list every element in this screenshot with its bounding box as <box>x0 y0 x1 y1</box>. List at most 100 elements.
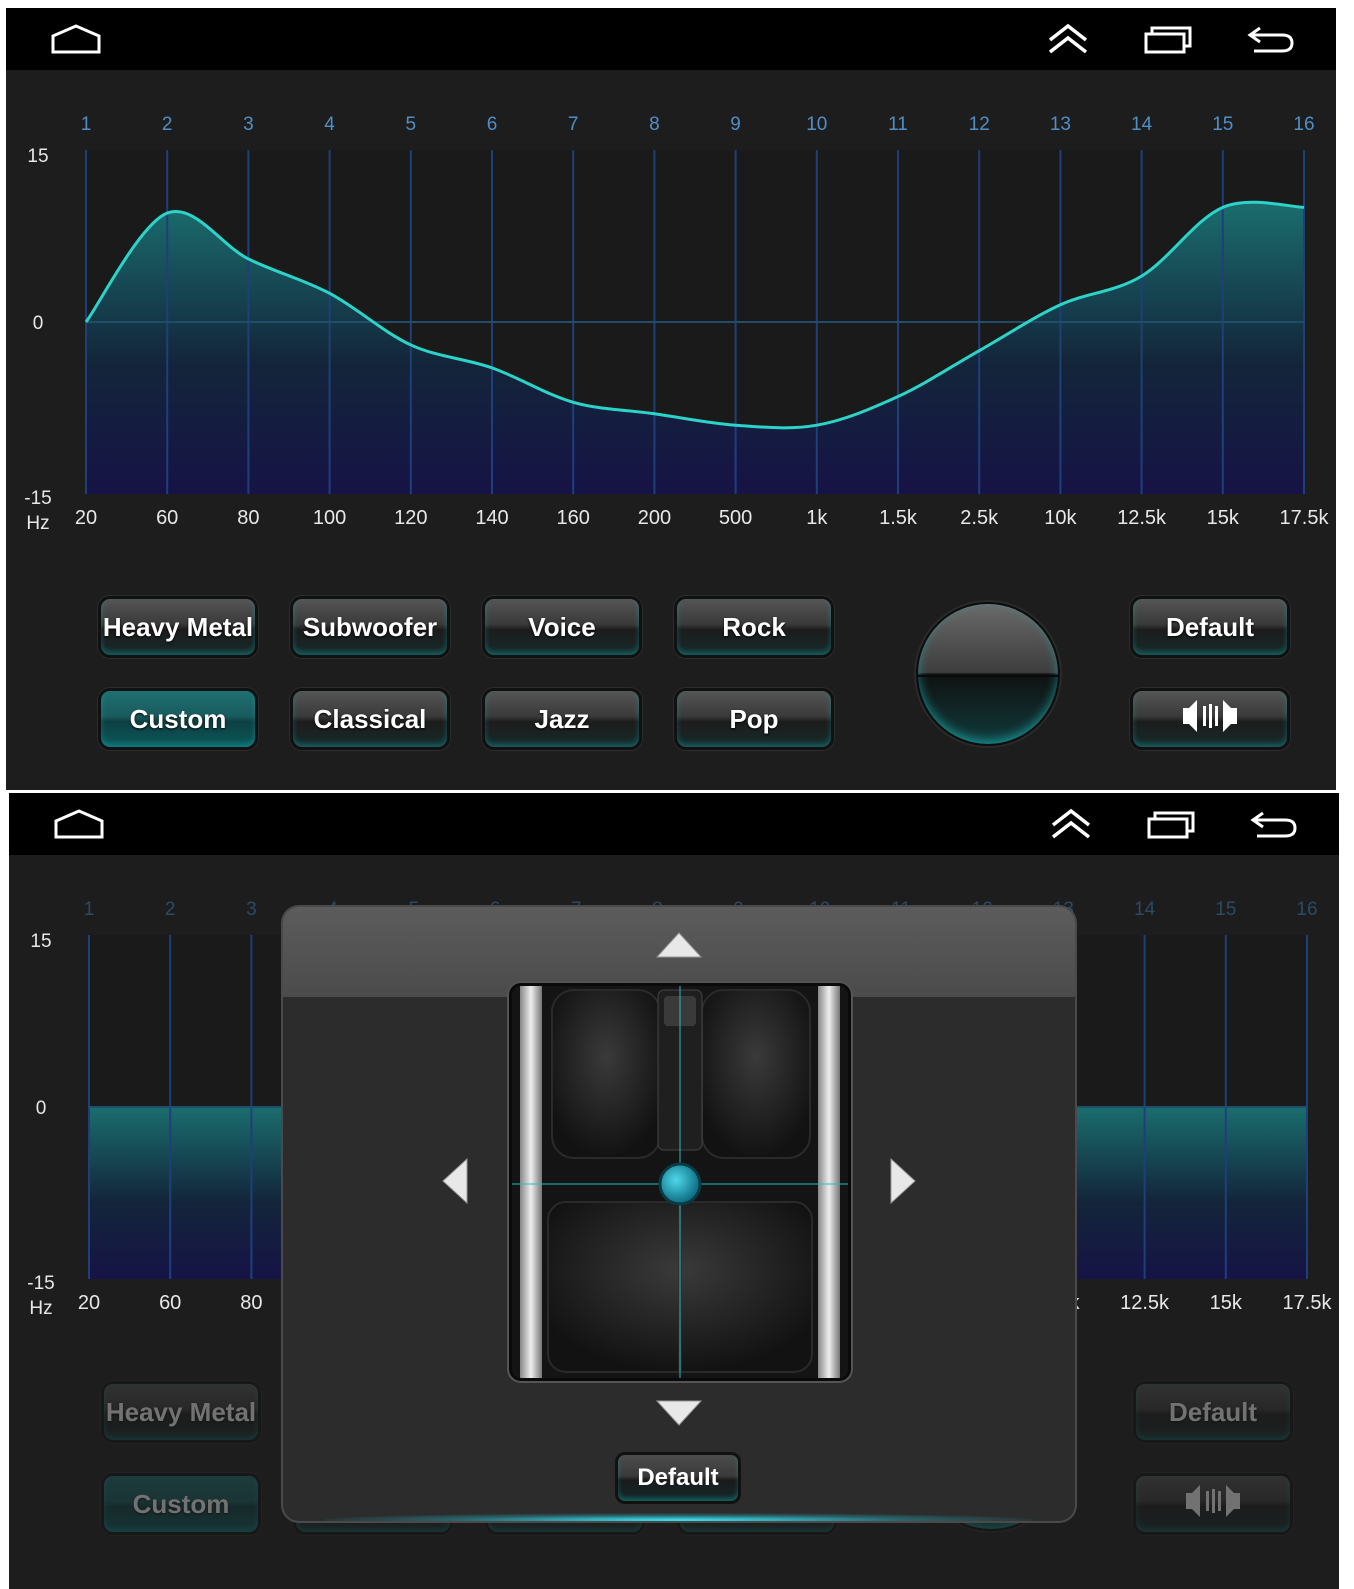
default-button[interactable]: Default <box>1133 1381 1293 1443</box>
eq-frequency-label: 80 <box>237 507 259 529</box>
preset-custom-button[interactable]: Custom <box>98 688 258 750</box>
car-seat-image[interactable] <box>509 983 851 1381</box>
eq-frequency-label: 15k <box>1207 507 1240 529</box>
eq-band-number: 8 <box>649 114 660 135</box>
eq-y-label: 0 <box>33 313 44 334</box>
volume-knob[interactable] <box>916 602 1060 746</box>
eq-frequency-label: 12.5k <box>1120 1292 1170 1314</box>
eq-frequency-label: 20 <box>78 1292 100 1314</box>
back-icon[interactable] <box>1247 807 1299 841</box>
eq-frequency-label: 1.5k <box>879 507 918 529</box>
eq-frequency-label: 200 <box>638 507 671 529</box>
surround-sound-button[interactable] <box>1133 1473 1293 1535</box>
eq-band-number: 6 <box>487 114 498 135</box>
eq-y-label: -15 <box>27 1273 54 1294</box>
left-arrow-icon[interactable] <box>441 1157 469 1210</box>
eq-band-number: 9 <box>730 114 741 135</box>
preset-heavy-metal-button[interactable]: Heavy Metal <box>98 596 258 658</box>
recent-apps-icon[interactable] <box>1145 807 1197 841</box>
right-arrow-icon[interactable] <box>889 1157 917 1210</box>
eq-frequency-label: 12.5k <box>1117 507 1167 529</box>
eq-band-number: 14 <box>1134 899 1156 920</box>
back-icon[interactable] <box>1244 22 1296 56</box>
eq-band-number: 2 <box>162 114 173 135</box>
eq-frequency-label: 80 <box>240 1292 262 1314</box>
balance-position-marker <box>658 1162 702 1206</box>
preset-label: Heavy Metal <box>105 1396 257 1427</box>
eq-frequency-label: 120 <box>394 507 427 529</box>
default-label: Default <box>1168 1396 1258 1427</box>
preset-rock-button[interactable]: Rock <box>674 596 834 658</box>
preset-label: Pop <box>729 703 779 734</box>
eq-frequency-label: 17.5k <box>1280 507 1330 529</box>
surround-sound-button[interactable] <box>1130 688 1290 750</box>
eq-frequency-label: 500 <box>719 507 752 529</box>
balance-fader-dialog: Default <box>283 907 1075 1521</box>
preset-label: Jazz <box>534 703 590 734</box>
eq-band-number: 11 <box>888 114 908 135</box>
dialog-glow <box>323 1513 1035 1521</box>
eq-unit-label: Hz <box>29 1298 52 1315</box>
eq-y-label: 0 <box>36 1098 47 1119</box>
equalizer-screen: 1 2 3 4 5 6 7 8 9 10 11 12 13 14 15 16 20 60 80 100 120 140 16… <box>6 8 1336 790</box>
eq-chart[interactable]: 1 2 3 4 5 6 7 8 9 10 11 12 13 14 15 1620 60 80 100 120 140 16… <box>6 70 1336 530</box>
eq-band-number: 15 <box>1212 114 1233 135</box>
eq-frequency-label: 20 <box>75 507 97 529</box>
home-icon[interactable] <box>50 22 102 56</box>
preset-label: Custom <box>129 703 227 734</box>
preset-label: Classical <box>313 703 427 734</box>
default-button[interactable]: Default <box>1130 596 1290 658</box>
eq-band-number: 3 <box>246 899 257 920</box>
down-arrow-icon[interactable] <box>655 1399 703 1432</box>
eq-band-number: 16 <box>1293 114 1314 135</box>
preset-jazz-button[interactable]: Jazz <box>482 688 642 750</box>
eq-frequency-label: 60 <box>159 1292 181 1314</box>
eq-band-number: 16 <box>1296 899 1317 920</box>
eq-frequency-label: 2.5k <box>960 507 999 529</box>
eq-band-number: 7 <box>568 114 579 135</box>
eq-band-number: 4 <box>324 114 335 135</box>
navigation-bar <box>6 8 1336 70</box>
preset-classical-button[interactable]: Classical <box>290 688 450 750</box>
double-chevron-up-icon[interactable] <box>1042 22 1094 56</box>
surround-sound-icon <box>1179 698 1241 741</box>
equalizer-graph[interactable]: 1 2 3 4 5 6 7 8 9 10 11 12 13 14 15 16 20 60 80 100 120 140 16… <box>6 70 1336 530</box>
eq-frequency-label: 100 <box>313 507 346 529</box>
up-arrow-icon[interactable] <box>655 931 703 964</box>
eq-y-label: 15 <box>30 931 51 952</box>
eq-band-number: 3 <box>243 114 254 135</box>
eq-y-label: 15 <box>27 146 48 167</box>
preset-label: Rock <box>722 611 786 642</box>
eq-y-label: -15 <box>24 488 51 509</box>
recent-apps-icon[interactable] <box>1142 22 1194 56</box>
dialog-default-label: Default <box>637 1464 719 1491</box>
eq-band-number: 2 <box>165 899 176 920</box>
navigation-bar <box>9 793 1339 855</box>
eq-frequency-label: 1k <box>806 507 828 529</box>
eq-band-number: 13 <box>1050 114 1071 135</box>
preset-label: Heavy Metal <box>102 611 254 642</box>
preset-subwoofer-button[interactable]: Subwoofer <box>290 596 450 658</box>
home-icon[interactable] <box>53 807 105 841</box>
eq-frequency-label: 60 <box>156 507 178 529</box>
dialog-default-button[interactable]: Default <box>615 1452 741 1504</box>
eq-band-number: 10 <box>806 114 827 135</box>
eq-frequency-label: 160 <box>557 507 590 529</box>
preset-heavy-metal-button[interactable]: Heavy Metal <box>101 1381 261 1443</box>
eq-band-number: 5 <box>406 114 417 135</box>
surround-sound-icon <box>1182 1483 1244 1526</box>
eq-band-number: 1 <box>81 114 92 135</box>
eq-frequency-label: 15k <box>1210 1292 1243 1314</box>
eq-band-number: 14 <box>1131 114 1153 135</box>
preset-label: Voice <box>528 611 596 642</box>
preset-pop-button[interactable]: Pop <box>674 688 834 750</box>
eq-band-number: 1 <box>84 899 95 920</box>
preset-label: Subwoofer <box>302 611 438 642</box>
preset-voice-button[interactable]: Voice <box>482 596 642 658</box>
preset-custom-button[interactable]: Custom <box>101 1473 261 1535</box>
double-chevron-up-icon[interactable] <box>1045 807 1097 841</box>
eq-unit-label: Hz <box>26 513 49 530</box>
eq-frequency-label: 17.5k <box>1283 1292 1333 1314</box>
eq-frequency-label: 140 <box>475 507 508 529</box>
default-label: Default <box>1165 611 1255 642</box>
